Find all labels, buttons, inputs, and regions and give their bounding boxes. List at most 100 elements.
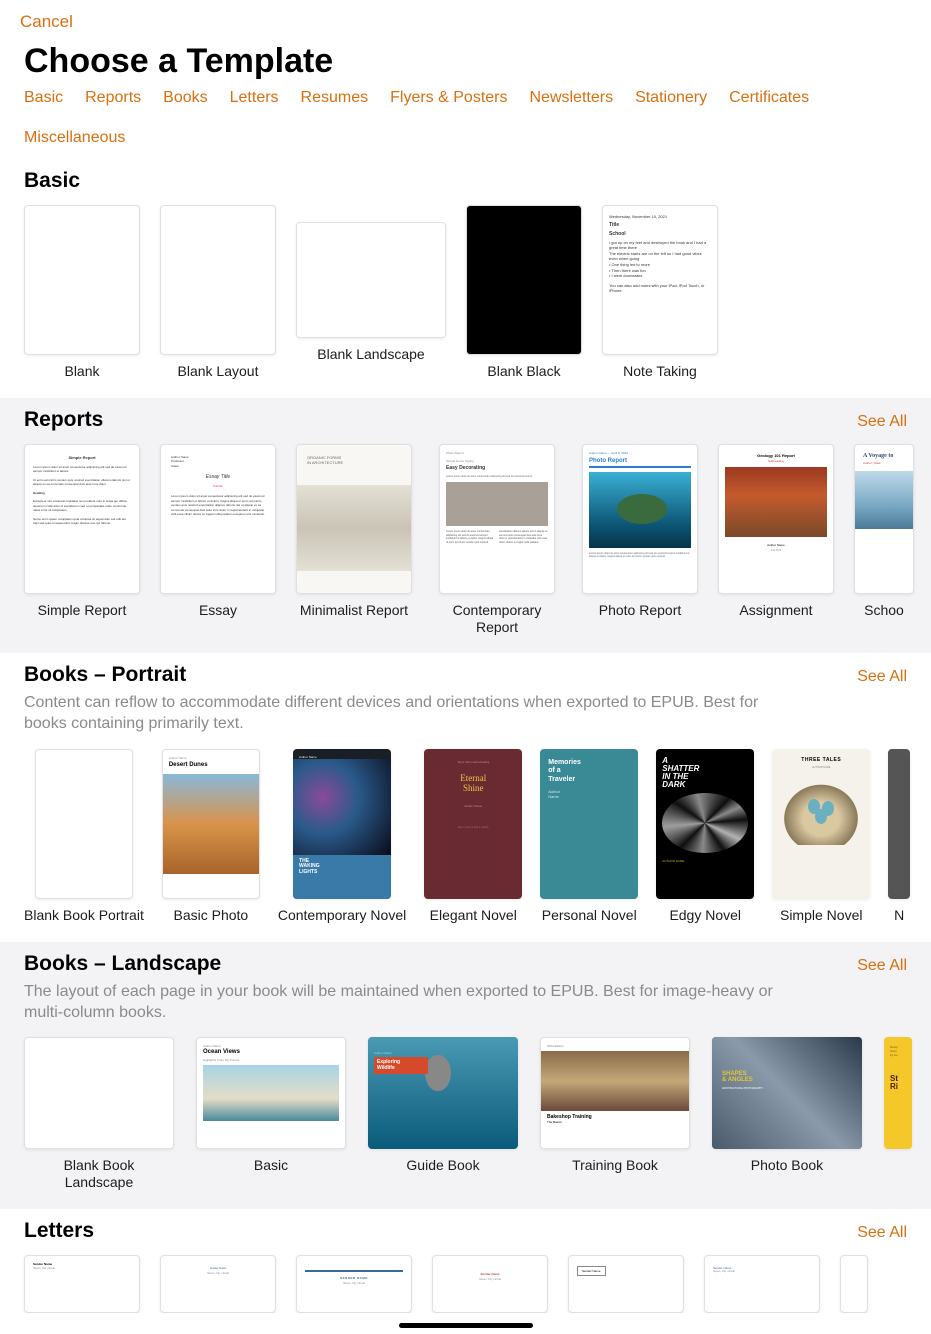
template-photo-book[interactable]: SHAPES& ANGLES ARCHITECTURAL PHOTOGRAPHY… (712, 1037, 862, 1191)
cr-l2: Easy Decorating (446, 465, 548, 471)
note-bullet: I went downstairs (612, 273, 643, 278)
bp-ttl: Desert Dunes (169, 762, 253, 768)
template-blank-layout[interactable]: Blank Layout (160, 205, 276, 380)
label-edgy-novel: Edgy Novel (669, 907, 741, 924)
template-minimalist-report[interactable]: ORGANIC FORMSIN ARCHITECTURE Minimalist … (296, 444, 412, 636)
tab-miscellaneous[interactable]: Miscellaneous (24, 129, 125, 147)
label-simple-novel: Simple Novel (780, 907, 862, 924)
note-subject: School (609, 231, 711, 238)
template-simple-report[interactable]: Simple Report Lorem ipsum dolor sit amet… (24, 444, 140, 636)
template-note-taking[interactable]: Wednesday, November 10, 2021 Title Schoo… (602, 205, 718, 380)
pr-hd: Photo Report (589, 458, 691, 464)
thumb-elegant-novel: Tap or click to add a heading EternalShi… (424, 749, 522, 899)
template-blank-book-portrait[interactable]: Blank Book Portrait (24, 749, 144, 924)
pn-t2: of a (548, 767, 560, 774)
template-blank-black[interactable]: Blank Black (466, 205, 582, 380)
thumb-letter-3: SENDER NAME Street • City • Email (296, 1255, 412, 1313)
template-school-report[interactable]: A Voyage to Author | Date Schoo (854, 444, 914, 636)
section-title-reports: Reports (24, 408, 103, 432)
as-date: Fall 2024 (725, 549, 827, 552)
see-all-letters[interactable]: See All (857, 1224, 907, 1242)
thumb-assignment: Geology 101 Report Subheading Author Nam… (718, 444, 834, 594)
tab-reports[interactable]: Reports (85, 89, 141, 107)
template-letter-5[interactable]: Sender Name (568, 1255, 684, 1313)
thumb-blank-book-landscape (24, 1037, 174, 1149)
l1-nm: Sender Name (33, 1262, 131, 1266)
template-blank[interactable]: Blank (24, 205, 140, 380)
label-elegant-novel: Elegant Novel (430, 907, 517, 924)
template-blank-landscape[interactable]: Blank Landscape (296, 205, 446, 380)
template-basic-photo[interactable]: Author Name Desert Dunes Basic Photo (162, 749, 260, 924)
pr-meta: Author Name — April 8, 2022 (589, 451, 691, 455)
tab-resumes[interactable]: Resumes (301, 89, 369, 107)
template-letter-4[interactable]: Sender Name Street • City • Email (432, 1255, 548, 1313)
template-essay[interactable]: Author NameProfessorClass Essay Title Su… (160, 444, 276, 636)
note-foot: You can also add notes with your iPad, i… (609, 283, 711, 294)
template-letter-3[interactable]: SENDER NAME Street • City • Email (296, 1255, 412, 1313)
thumb-blank-layout (160, 205, 276, 355)
see-all-books-landscape[interactable]: See All (857, 957, 907, 975)
en-tap: Tap or click to add a heading (432, 761, 514, 764)
thumb-note-taking: Wednesday, November 10, 2021 Title Schoo… (602, 205, 718, 355)
template-guide-book[interactable]: Author Name ExploringWildlife Guide Book (368, 1037, 518, 1191)
template-letter-2[interactable]: Sender Name Street • City • Email (160, 1255, 276, 1313)
label-blank-book-portrait: Blank Book Portrait (24, 907, 144, 924)
thumb-simple-report: Simple Report Lorem ipsum dolor sit amet… (24, 444, 140, 594)
tab-books[interactable]: Books (163, 89, 207, 107)
template-blank-book-landscape[interactable]: Blank Book Landscape (24, 1037, 174, 1191)
tab-newsletters[interactable]: Newsletters (529, 89, 613, 107)
template-photo-report[interactable]: Author Name — April 8, 2022 Photo Report… (582, 444, 698, 636)
gb-auth: Author Name (374, 1051, 428, 1055)
label-note-taking: Note Taking (623, 363, 697, 380)
section-title-basic: Basic (24, 169, 80, 193)
template-contemporary-report[interactable]: Photo Report Simple Home Styling Easy De… (432, 444, 562, 636)
essay-sub: Subtitle (171, 484, 265, 489)
template-edgy-novel[interactable]: ASHATTERIN THEDARK AUTHOR NAME Edgy Nove… (656, 749, 754, 924)
see-all-reports[interactable]: See All (857, 413, 907, 431)
label-blank-black: Blank Black (487, 363, 560, 380)
thumb-simple-novel: THREE TALES AUTHOR NAME (772, 749, 870, 899)
template-letter-1[interactable]: Sender Name Street • City • Email (24, 1255, 140, 1313)
label-simple-report: Simple Report (38, 602, 127, 619)
thumb-contemporary-novel: Author Name THEWAKINGLIGHTS (293, 749, 391, 899)
cancel-button[interactable]: Cancel (20, 12, 73, 31)
template-assignment[interactable]: Geology 101 Report Subheading Author Nam… (718, 444, 834, 636)
thumb-letter-5: Sender Name (568, 1255, 684, 1313)
tab-certificates[interactable]: Certificates (729, 89, 809, 107)
thumb-letter-7 (840, 1255, 868, 1313)
label-basic-landscape: Basic (254, 1157, 288, 1174)
tab-basic[interactable]: Basic (24, 89, 63, 107)
template-cut-portrait[interactable]: N (888, 749, 910, 924)
label-training-book: Training Book (572, 1157, 658, 1174)
home-indicator[interactable] (399, 1323, 533, 1328)
tab-flyers-posters[interactable]: Flyers & Posters (390, 89, 507, 107)
template-personal-novel[interactable]: Memoriesof aTraveler AuthorName Personal… (540, 749, 638, 924)
thumb-letter-6: Sender Name Street • City • Email (704, 1255, 820, 1313)
template-cut-landscape[interactable]: RecipSousby Au StRi (884, 1037, 912, 1191)
label-essay: Essay (199, 602, 237, 619)
l5-nm: Sender Name (577, 1266, 606, 1276)
sc-hd: A Voyage to (863, 453, 905, 459)
template-contemporary-novel[interactable]: Author Name THEWAKINGLIGHTS Contemporary… (278, 749, 406, 924)
en-auth: Author Name (432, 804, 514, 808)
template-training-book[interactable]: 2024 Edition Bakeshop Training The Basic… (540, 1037, 690, 1191)
template-simple-novel[interactable]: THREE TALES AUTHOR NAME Simple Novel (772, 749, 870, 924)
template-letter-6[interactable]: Sender Name Street • City • Email (704, 1255, 820, 1313)
tab-stationery[interactable]: Stationery (635, 89, 707, 107)
pb-t2: & ANGLES (722, 1077, 753, 1083)
blb-ttl: Ocean Views (203, 1049, 339, 1055)
see-all-books-portrait[interactable]: See All (857, 668, 907, 686)
label-assignment: Assignment (739, 602, 812, 619)
note-date: Wednesday, November 10, 2021 (609, 214, 711, 220)
tab-letters[interactable]: Letters (230, 89, 279, 107)
note-line: I got up on my feet and destroyed the bo… (609, 240, 711, 251)
template-basic-landscape[interactable]: Author Name Ocean Views Highlights From … (196, 1037, 346, 1191)
l2-nm: Sender Name (169, 1266, 267, 1270)
label-blank: Blank (64, 363, 99, 380)
template-letter-7[interactable] (840, 1255, 868, 1313)
section-desc-books-portrait: Content can reflow to accommodate differ… (0, 693, 820, 743)
cl-e: Ri (890, 1082, 898, 1091)
thumb-basic-photo: Author Name Desert Dunes (162, 749, 260, 899)
template-elegant-novel[interactable]: Tap or click to add a heading EternalShi… (424, 749, 522, 924)
cn-auth: Author Name (293, 749, 391, 759)
